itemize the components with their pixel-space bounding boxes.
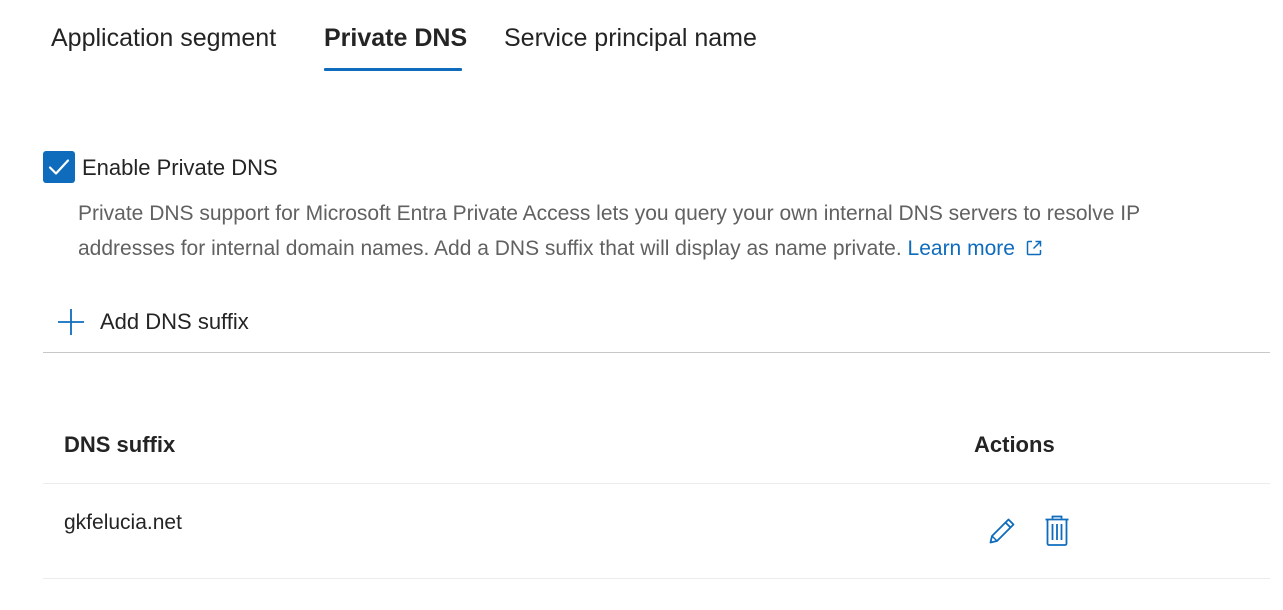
open-in-new-icon <box>1026 240 1042 256</box>
tab-service-principal-name[interactable]: Service principal name <box>504 22 757 54</box>
private-dns-description: Private DNS support for Microsoft Entra … <box>78 196 1238 266</box>
edit-icon[interactable] <box>986 515 1018 547</box>
column-header-dns-suffix[interactable]: DNS suffix <box>64 431 175 459</box>
row-divider <box>43 578 1270 579</box>
plus-icon <box>58 309 84 335</box>
add-dns-suffix-label: Add DNS suffix <box>100 309 249 334</box>
enable-private-dns-label[interactable]: Enable Private DNS <box>82 154 278 182</box>
dns-suffix-cell: gkfelucia.net <box>64 511 182 534</box>
column-header-actions: Actions <box>974 432 1055 457</box>
tab-bar: Application segment Private DNS Service … <box>0 0 1283 72</box>
header-divider <box>43 483 1270 484</box>
tab-private-dns[interactable]: Private DNS <box>324 22 467 54</box>
checkmark-icon <box>48 159 70 175</box>
private-dns-page: Application segment Private DNS Service … <box>0 0 1283 610</box>
enable-private-dns-checkbox[interactable] <box>43 151 75 183</box>
tab-application-segment[interactable]: Application segment <box>51 22 276 54</box>
toolbar-divider <box>43 352 1270 353</box>
active-tab-indicator <box>324 68 462 71</box>
add-dns-suffix-button[interactable]: Add DNS suffix <box>56 306 249 338</box>
delete-icon[interactable] <box>1043 514 1071 548</box>
learn-more-label[interactable]: Learn more <box>908 237 1015 260</box>
learn-more-link[interactable]: Learn more <box>908 237 1043 260</box>
